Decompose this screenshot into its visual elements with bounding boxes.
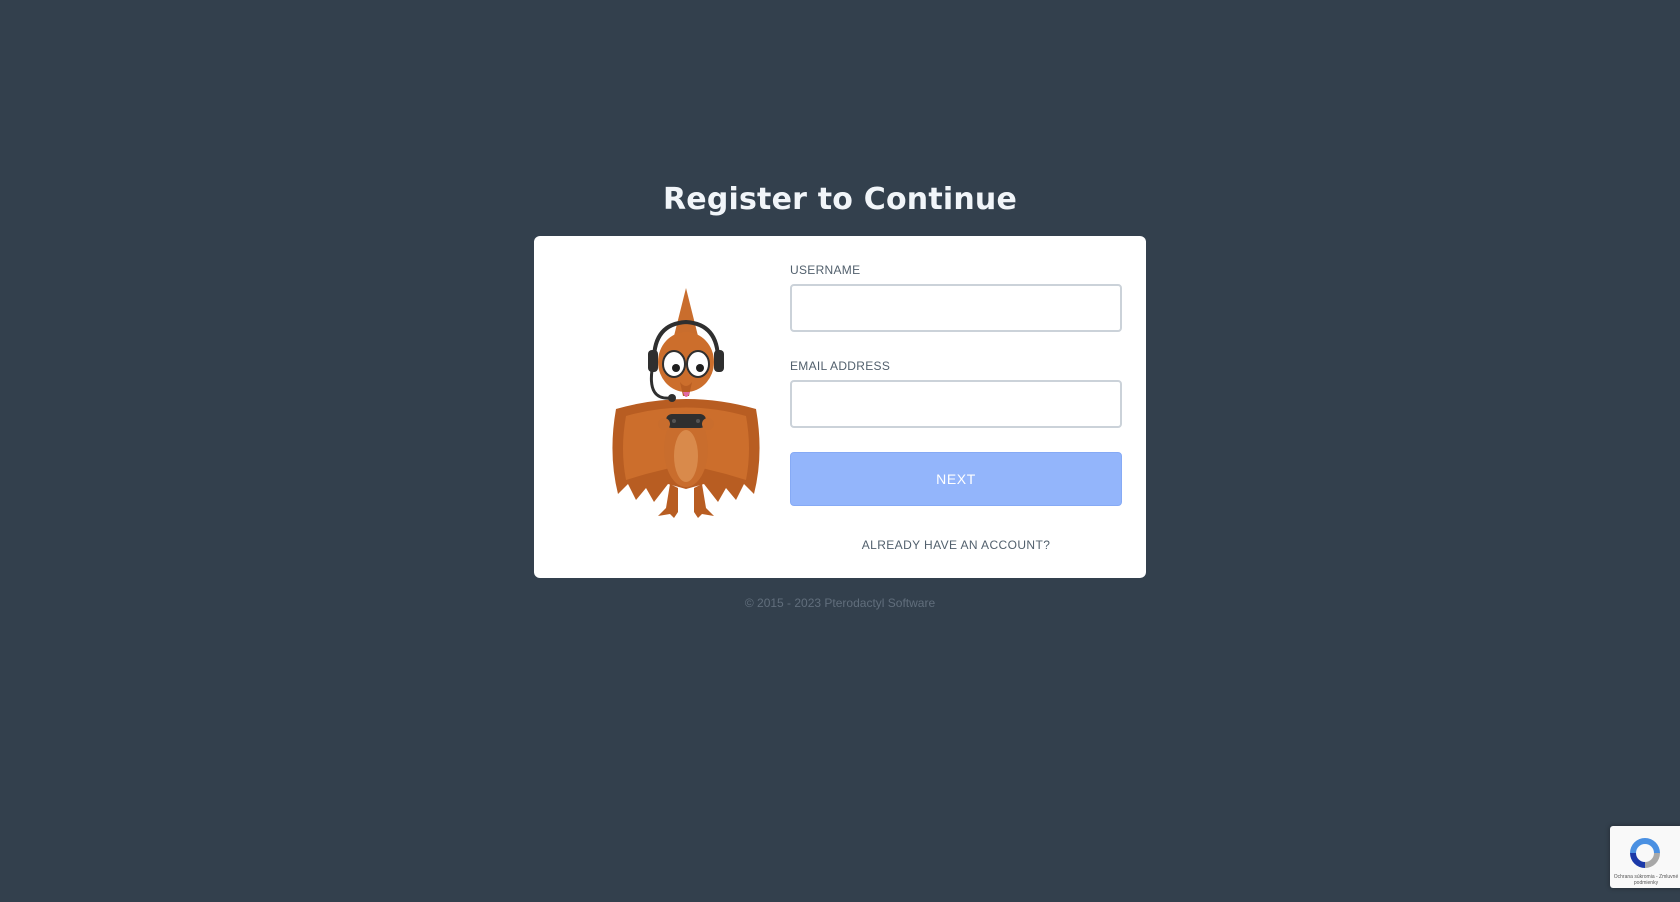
register-form: USERNAME EMAIL ADDRESS NEXT ALREADY HAVE… (790, 262, 1122, 552)
email-input[interactable] (790, 380, 1122, 428)
email-label: EMAIL ADDRESS (790, 359, 891, 373)
next-button[interactable]: NEXT (790, 452, 1122, 506)
already-have-account-link[interactable]: ALREADY HAVE AN ACCOUNT? (790, 538, 1122, 552)
username-input[interactable] (790, 284, 1122, 332)
recaptcha-icon (1630, 838, 1660, 868)
copyright-footer: © 2015 - 2023 Pterodactyl Software (744, 596, 936, 610)
pterodactyl-mascot-icon (612, 288, 760, 518)
username-label: USERNAME (790, 263, 861, 277)
recaptcha-badge[interactable]: Ochrana súkromia - Zmluvné podmienky (1610, 826, 1680, 888)
recaptcha-legal-text[interactable]: Ochrana súkromia - Zmluvné podmienky (1612, 874, 1680, 886)
register-card: USERNAME EMAIL ADDRESS NEXT ALREADY HAVE… (534, 236, 1146, 578)
page-title: Register to Continue (662, 182, 1018, 217)
